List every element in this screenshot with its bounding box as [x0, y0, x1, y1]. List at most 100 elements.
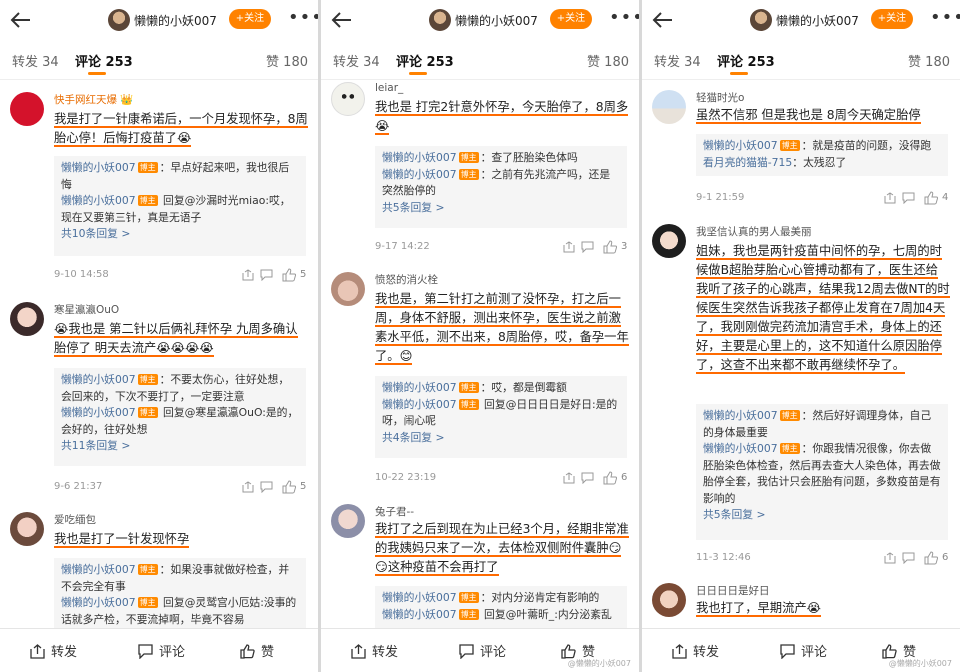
comment-button[interactable]: 评论 — [459, 641, 506, 660]
commenter-name[interactable]: 日日日日是好日 — [696, 583, 770, 598]
share-icon[interactable] — [242, 269, 254, 281]
more-options-icon[interactable]: ••• — [609, 8, 639, 28]
comment-icon[interactable] — [902, 552, 915, 564]
tab-comment[interactable]: 评论 253 — [396, 51, 454, 70]
commenter-avatar[interactable] — [331, 504, 365, 538]
thumbs-up-icon[interactable] — [603, 240, 617, 254]
repost-button[interactable]: 转发 — [30, 641, 77, 660]
comment-button[interactable]: 评论 — [138, 641, 185, 660]
reply-author[interactable]: 懒懒的小妖007 — [382, 381, 457, 394]
more-replies-link[interactable]: 共5条回复 > — [703, 507, 941, 524]
thumbs-up-icon[interactable] — [282, 480, 296, 494]
thumbs-up-icon[interactable] — [924, 551, 938, 565]
reply-author[interactable]: 懒懒的小妖007 — [382, 168, 457, 181]
tab-comment[interactable]: 评论 253 — [75, 51, 133, 70]
avatar[interactable] — [108, 9, 130, 31]
share-icon[interactable] — [563, 241, 575, 253]
back-arrow-icon[interactable] — [652, 11, 674, 29]
reply-author[interactable]: 懒懒的小妖007 — [703, 409, 778, 422]
commenter-avatar[interactable] — [331, 82, 365, 116]
tab-like[interactable]: 赞 180 — [587, 51, 629, 70]
tab-like[interactable]: 赞 180 — [908, 51, 950, 70]
reply-box[interactable]: 懒懒的小妖007 博主 ：如果没事就做好检查，并不会完全有事 懒懒的小妖007 博主 … — [54, 558, 306, 638]
reply-box[interactable]: 懒懒的小妖007 博主 ：就是疫苗的问题，没得跑 看月亮的猫猫-715：太残忍了 — [696, 134, 948, 176]
more-replies-link[interactable]: 共5条回复 > — [382, 200, 620, 217]
commenter-avatar[interactable] — [652, 224, 686, 258]
share-icon[interactable] — [884, 552, 896, 564]
comment-icon[interactable] — [581, 472, 594, 484]
tab-repost[interactable]: 转发 34 — [333, 51, 380, 70]
reply-author[interactable]: 懒懒的小妖007 — [61, 373, 136, 386]
comment-text-content: 我是打了一针康希诺后，一个月发现怀孕，8周胎心停！后悔打疫苗了😭 — [54, 112, 308, 147]
reply-author[interactable]: 懒懒的小妖007 — [382, 398, 457, 411]
repost-button[interactable]: 转发 — [672, 641, 719, 660]
comment-icon[interactable] — [260, 269, 273, 281]
thumbs-up-icon[interactable] — [282, 268, 296, 282]
share-icon[interactable] — [563, 472, 575, 484]
reply-author[interactable]: 懒懒的小妖007 — [61, 563, 136, 576]
tab-like[interactable]: 赞 180 — [266, 51, 308, 70]
reply-author[interactable]: 懒懒的小妖007 — [382, 151, 457, 164]
author-badge: 博主 — [137, 162, 158, 173]
reply-author[interactable]: 懒懒的小妖007 — [703, 442, 778, 455]
commenter-name[interactable]: 愤怒的消火栓 — [375, 272, 438, 287]
more-options-icon[interactable]: ••• — [930, 8, 960, 28]
more-replies-link[interactable]: 共10条回复 > — [61, 226, 299, 243]
page-username[interactable]: 懒懒的小妖007 — [455, 12, 538, 29]
commenter-avatar[interactable] — [10, 302, 44, 336]
reply-box[interactable]: 懒懒的小妖007 博主 ：对内分泌肯定有影响的 懒懒的小妖007 博主 回复@叶薷昕_… — [375, 586, 627, 630]
commenter-name[interactable]: 快手网红天爆 👑 — [54, 92, 133, 107]
comment-icon[interactable] — [581, 241, 594, 253]
page-username[interactable]: 懒懒的小妖007 — [776, 12, 859, 29]
commenter-name[interactable]: 寒星瀛瀛OuO — [54, 302, 119, 317]
avatar[interactable] — [750, 9, 772, 31]
follow-button[interactable]: +关注 — [229, 9, 271, 29]
tab-comment[interactable]: 评论 253 — [717, 51, 775, 70]
reply-box[interactable]: 懒懒的小妖007 博主 ：哎，都是倒霉额 懒懒的小妖007 博主 回复@日日日日是好日… — [375, 376, 627, 458]
share-icon[interactable] — [242, 481, 254, 493]
commenter-avatar[interactable] — [331, 272, 365, 306]
back-arrow-icon[interactable] — [10, 11, 32, 29]
back-arrow-icon[interactable] — [331, 11, 353, 29]
repost-button[interactable]: 转发 — [351, 641, 398, 660]
tab-repost[interactable]: 转发 34 — [654, 51, 701, 70]
commenter-avatar[interactable] — [10, 512, 44, 546]
comment-actions: 3 — [563, 240, 629, 256]
commenter-avatar[interactable] — [652, 583, 686, 617]
commenter-name[interactable]: leiar_ — [375, 82, 403, 94]
more-replies-link[interactable]: 共11条回复 > — [61, 438, 299, 455]
comment-icon[interactable] — [902, 192, 915, 204]
follow-button[interactable]: +关注 — [871, 9, 913, 29]
reply-box[interactable]: 懒懒的小妖007 博主 ：然后好好调理身体，自己的身体最重要 懒懒的小妖007 博主：… — [696, 404, 948, 540]
reply-box[interactable]: 懒懒的小妖007 博主 ：早点好起来吧，我也很后悔 懒懒的小妖007 博主 回复@沙漏… — [54, 156, 306, 256]
avatar[interactable] — [429, 9, 451, 31]
more-replies-link[interactable]: 共4条回复 > — [382, 430, 620, 447]
commenter-name[interactable]: 我坚信认真的男人最美丽 — [696, 224, 812, 239]
reply-author[interactable]: 懒懒的小妖007 — [61, 161, 136, 174]
share-icon[interactable] — [884, 192, 896, 204]
reply-box[interactable]: 懒懒的小妖007 博主 ：不要太伤心，往好处想，会回来的，下次不要打了，一定要注意 … — [54, 368, 306, 466]
commenter-avatar[interactable] — [652, 90, 686, 124]
reply-author[interactable]: 看月亮的猫猫-715 — [703, 156, 792, 169]
like-button[interactable]: 赞 — [240, 641, 274, 660]
follow-button[interactable]: +关注 — [550, 9, 592, 29]
reply-author[interactable]: 懒懒的小妖007 — [61, 406, 136, 419]
more-options-icon[interactable]: ••• — [288, 8, 318, 28]
commenter-name[interactable]: 爱吃缅包 — [54, 512, 96, 527]
reply-author[interactable]: 懒懒的小妖007 — [703, 139, 778, 152]
reply-author[interactable]: 懒懒的小妖007 — [61, 194, 136, 207]
commenter-name[interactable]: 兔子君-- — [375, 504, 414, 519]
comment-text-content: 我也是 打完2针意外怀孕，今天胎停了，8周多😭 — [375, 100, 629, 135]
reply-box[interactable]: 懒懒的小妖007 博主 ：查了胚胎染色体吗 懒懒的小妖007 博主 ：之前有先兆流产吗，… — [375, 146, 627, 228]
thumbs-up-icon[interactable] — [924, 191, 938, 205]
thumbs-up-icon[interactable] — [603, 471, 617, 485]
commenter-name[interactable]: 轻猫时光o — [696, 90, 744, 105]
reply-author[interactable]: 懒懒的小妖007 — [61, 596, 136, 609]
commenter-avatar[interactable] — [10, 92, 44, 126]
page-username[interactable]: 懒懒的小妖007 — [134, 12, 217, 29]
comment-button[interactable]: 评论 — [780, 641, 827, 660]
reply-author[interactable]: 懒懒的小妖007 — [382, 608, 457, 621]
tab-repost[interactable]: 转发 34 — [12, 51, 59, 70]
comment-icon[interactable] — [260, 481, 273, 493]
reply-author[interactable]: 懒懒的小妖007 — [382, 591, 457, 604]
